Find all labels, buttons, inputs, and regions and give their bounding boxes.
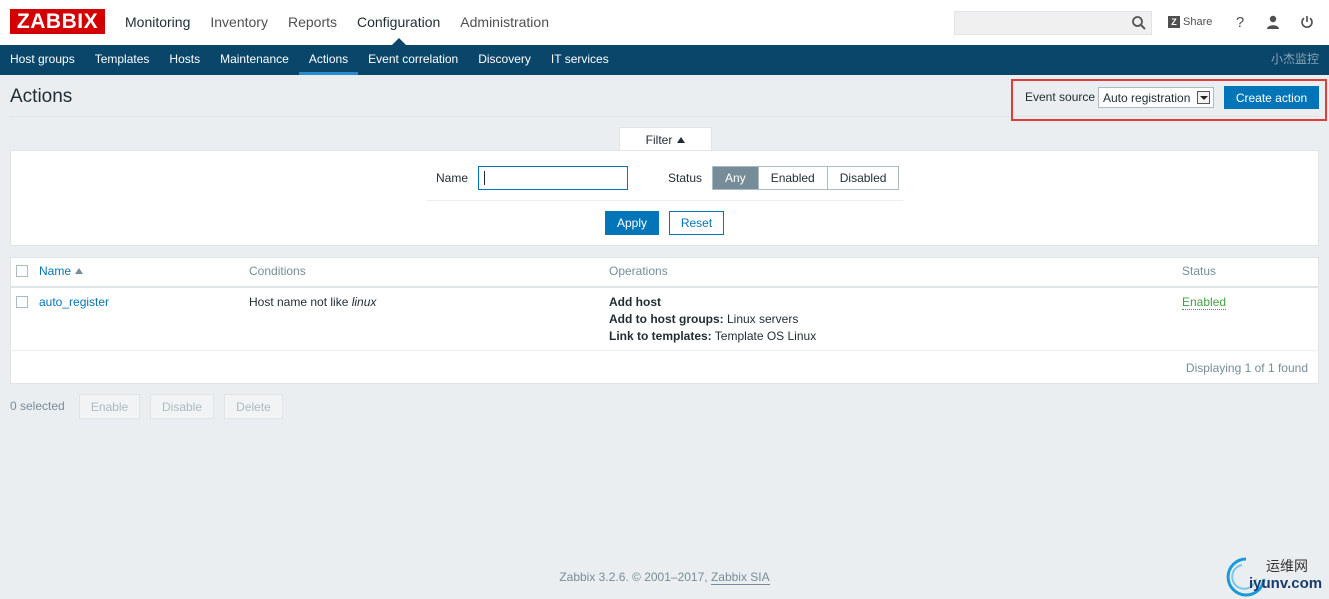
action-name-link[interactable]: auto_register <box>39 295 109 309</box>
search-box <box>954 11 1152 35</box>
filter-name-input[interactable] <box>478 166 628 190</box>
subnav-event-correlation[interactable]: Event correlation <box>358 45 468 75</box>
main-menu: Monitoring Inventory Reports Configurati… <box>115 0 559 45</box>
selected-count: 0 selected <box>10 399 65 413</box>
sub-navigation: Host groups Templates Hosts Maintenance … <box>0 45 1329 75</box>
chevron-down-icon <box>1197 91 1210 104</box>
watermark-cn: 运维网 <box>1266 559 1308 575</box>
operation-label: Add to host groups: <box>609 312 724 326</box>
operation-value: Linux servers <box>723 312 799 326</box>
status-option-disabled[interactable]: Disabled <box>826 167 899 189</box>
filter-panel <box>10 150 1319 246</box>
column-status-header: Status <box>1182 264 1217 278</box>
power-icon[interactable] <box>1298 13 1316 31</box>
enable-button[interactable]: Enable <box>79 394 140 419</box>
filter-status-label: Status <box>668 171 703 185</box>
menu-inventory[interactable]: Inventory <box>200 0 278 45</box>
select-all-checkbox[interactable] <box>16 265 28 277</box>
menu-reports[interactable]: Reports <box>278 0 347 45</box>
condition-text: Host name not like <box>249 295 352 309</box>
share-z-icon: Z <box>1168 16 1180 28</box>
event-source-select[interactable]: Auto registration <box>1098 87 1214 108</box>
status-option-enabled[interactable]: Enabled <box>757 167 827 189</box>
sort-up-icon <box>677 137 686 143</box>
event-source-label: Event source <box>1025 90 1096 104</box>
text-cursor <box>484 171 485 185</box>
footer-text: Zabbix 3.2.6. © 2001–2017, <box>559 570 711 584</box>
operation-label: Link to templates: <box>609 329 712 343</box>
menu-configuration[interactable]: Configuration <box>347 0 450 45</box>
filter-tab-label: Filter <box>645 133 673 147</box>
user-icon[interactable] <box>1264 13 1282 31</box>
subnav-templates[interactable]: Templates <box>85 45 160 75</box>
table-header-divider <box>11 286 1318 288</box>
help-icon[interactable]: ? <box>1231 13 1249 31</box>
top-header: ZABBIX Monitoring Inventory Reports Conf… <box>0 0 1329 45</box>
paging-summary: Displaying 1 of 1 found <box>1185 361 1308 375</box>
condition-value: linux <box>351 295 377 309</box>
page-title: Actions <box>10 86 73 107</box>
filter-divider <box>426 200 903 201</box>
status-option-any[interactable]: Any <box>713 167 758 189</box>
operation-line: Add to host groups: Linux servers <box>609 312 798 326</box>
search-icon[interactable] <box>1131 15 1147 31</box>
share-label: Share <box>1183 16 1213 28</box>
sort-up-icon <box>75 268 84 274</box>
reset-button[interactable]: Reset <box>669 211 724 235</box>
column-operations-header: Operations <box>609 264 668 278</box>
condition-cell: Host name not like linux <box>249 295 376 309</box>
operation-line: Add host <box>609 295 661 309</box>
column-name-header[interactable]: Name <box>39 264 84 278</box>
create-action-button[interactable]: Create action <box>1224 86 1319 109</box>
subnav-discovery[interactable]: Discovery <box>468 45 541 75</box>
menu-monitoring[interactable]: Monitoring <box>115 0 200 45</box>
search-input[interactable] <box>955 12 1125 34</box>
subnav-maintenance[interactable]: Maintenance <box>210 45 299 75</box>
delete-button[interactable]: Delete <box>224 394 283 419</box>
row-checkbox[interactable] <box>16 296 28 308</box>
server-name: 小杰监控 <box>1270 52 1319 66</box>
footer-link[interactable]: Zabbix SIA <box>710 570 770 585</box>
watermark-en: iyunv.com <box>1249 575 1323 592</box>
column-conditions-header: Conditions <box>249 264 306 278</box>
apply-button[interactable]: Apply <box>605 211 659 235</box>
menu-administration[interactable]: Administration <box>450 0 559 45</box>
subnav-hosts[interactable]: Hosts <box>159 45 210 75</box>
subnav-host-groups[interactable]: Host groups <box>0 45 85 75</box>
row-divider <box>11 350 1318 351</box>
filter-status-segmented: Any Enabled Disabled <box>712 166 900 190</box>
event-source-value: Auto registration <box>1103 91 1191 105</box>
subnav-it-services[interactable]: IT services <box>541 45 619 75</box>
footer: Zabbix 3.2.6. © 2001–2017, Zabbix SIA <box>0 570 1329 585</box>
operation-label: Add host <box>609 295 661 309</box>
filter-name-label: Name <box>436 171 469 185</box>
zabbix-logo[interactable]: ZABBIX <box>10 9 105 34</box>
operation-value: Template OS Linux <box>711 329 817 343</box>
status-toggle-link[interactable]: Enabled <box>1182 295 1227 310</box>
disable-button[interactable]: Disable <box>150 394 214 419</box>
share-link[interactable]: Z Share <box>1168 14 1212 30</box>
table-row: auto_register <box>39 295 109 309</box>
filter-tab[interactable]: Filter <box>619 127 712 151</box>
operation-line: Link to templates: Template OS Linux <box>609 329 816 343</box>
subnav-actions[interactable]: Actions <box>298 45 359 75</box>
column-name-label: Name <box>39 264 72 278</box>
